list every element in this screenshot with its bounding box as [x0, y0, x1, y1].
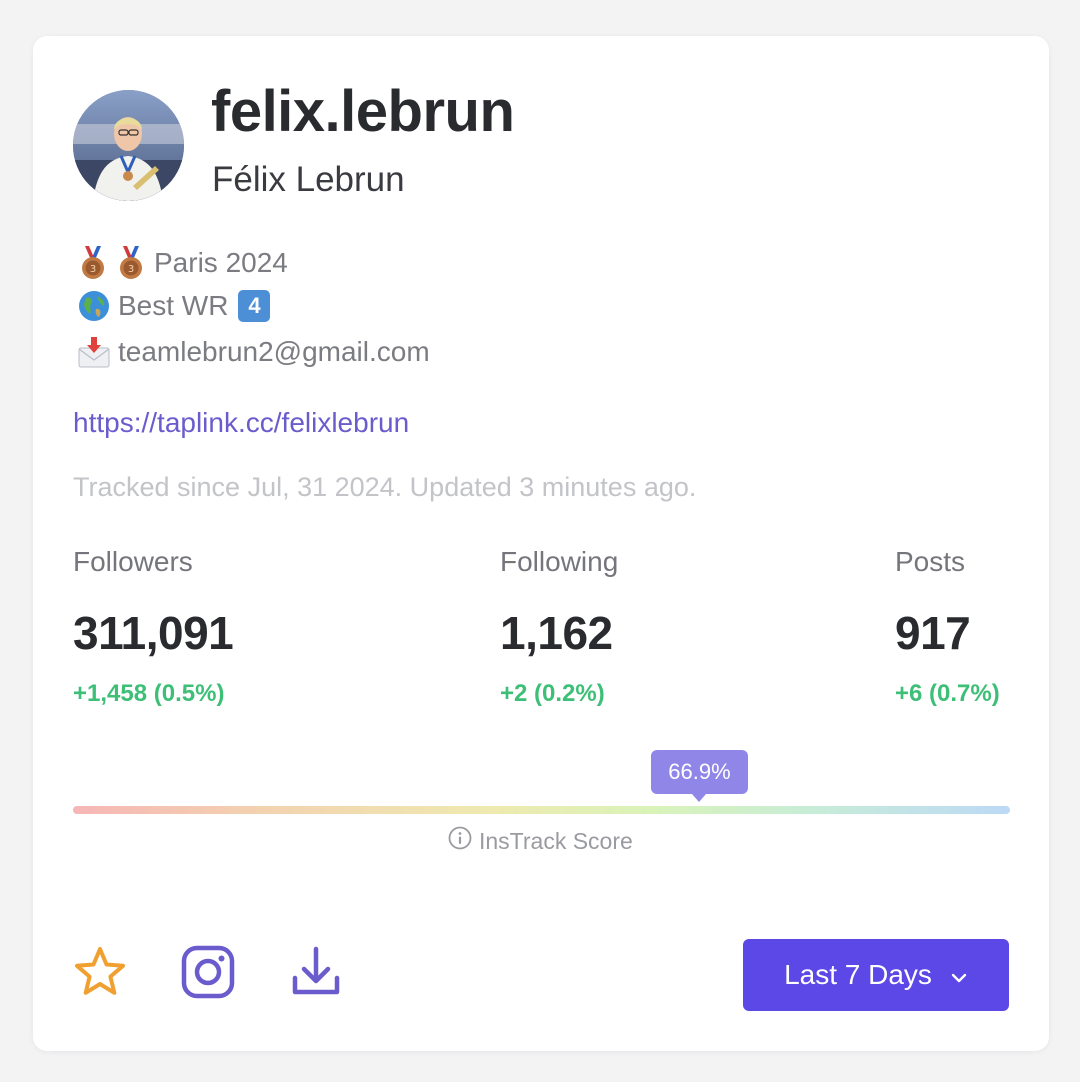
tracking-status: Tracked since Jul, 31 2024. Updated 3 mi… — [73, 472, 697, 502]
info-icon[interactable] — [448, 826, 472, 856]
keycap-badge: 4 — [238, 290, 271, 322]
score-bar — [73, 806, 1010, 814]
download-button[interactable] — [288, 946, 344, 1002]
bio-line-email: teamlebrun2@gmail.com — [78, 336, 430, 368]
profile-card: felix.lebrun Félix Lebrun 3 3 Paris 2024 — [33, 36, 1049, 1051]
envelope-icon — [78, 336, 110, 368]
stat-delta: +1,458 (0.5%) — [73, 680, 225, 707]
stat-delta: +2 (0.2%) — [500, 680, 605, 707]
chevron-down-icon — [950, 959, 968, 991]
username: felix.lebrun — [211, 79, 515, 144]
bronze-medal-icon: 3 — [78, 246, 108, 280]
globe-icon — [78, 290, 110, 322]
score-label[interactable]: InsTrack Score — [448, 826, 633, 856]
stat-value: 917 — [895, 607, 971, 659]
stat-label: Posts — [895, 546, 966, 577]
date-range-select[interactable]: Last 7 Days — [743, 939, 1009, 1011]
bio-line-ranking: Best WR 4 — [78, 290, 271, 322]
profile-link[interactable]: https://taplink.cc/felixlebrun — [73, 407, 409, 439]
bio-line-medals: 3 3 Paris 2024 — [78, 246, 288, 280]
score-label-text: InsTrack Score — [479, 827, 633, 854]
score-value-badge: 66.9% — [651, 750, 748, 802]
bio-text: Paris 2024 — [154, 247, 288, 278]
stat-label: Followers — [73, 546, 193, 577]
date-range-label: Last 7 Days — [784, 959, 932, 990]
svg-text:3: 3 — [128, 264, 134, 275]
svg-text:3: 3 — [90, 264, 96, 275]
avatar[interactable] — [73, 90, 184, 201]
stat-following: Following 1,162 +2 (0.2%) — [500, 546, 618, 708]
bronze-medal-icon: 3 — [116, 246, 146, 280]
stat-delta: +6 (0.7%) — [895, 680, 1000, 707]
email-text[interactable]: teamlebrun2@gmail.com — [118, 336, 430, 368]
instagram-button[interactable] — [180, 944, 236, 1005]
instagram-icon — [180, 944, 236, 1005]
favorite-button[interactable] — [72, 946, 128, 1002]
full-name: Félix Lebrun — [212, 160, 405, 199]
stat-posts: Posts 917 +6 (0.7%) — [895, 546, 1000, 708]
stat-label: Following — [500, 546, 619, 577]
stat-value: 1,162 — [500, 607, 613, 659]
star-icon — [72, 944, 128, 1005]
stat-followers: Followers 311,091 +1,458 (0.5%) — [73, 546, 234, 708]
bio-text: Best WR — [118, 290, 229, 321]
download-icon — [288, 944, 344, 1005]
stat-value: 311,091 — [73, 607, 234, 659]
